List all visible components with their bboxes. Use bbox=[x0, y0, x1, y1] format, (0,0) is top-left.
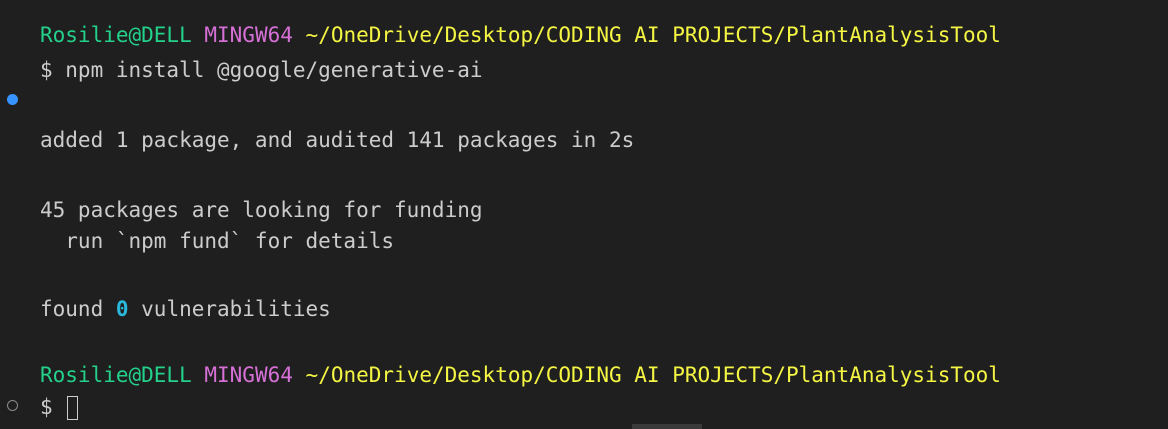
found-suffix: vulnerabilities bbox=[128, 297, 331, 321]
prompt-path: ~/OneDrive/Desktop/CODING AI PROJECTS/Pl… bbox=[305, 23, 1001, 47]
prompt-host: MINGW64 bbox=[204, 23, 293, 47]
prompt-user: Rosilie@DELL bbox=[40, 23, 192, 47]
output-vulnerabilities: found 0 vulnerabilities bbox=[40, 294, 331, 324]
horizontal-scrollbar-thumb[interactable] bbox=[632, 424, 702, 429]
cursor bbox=[67, 396, 79, 420]
prompt-line-current: Rosilie@DELL MINGW64 ~/OneDrive/Desktop/… bbox=[40, 360, 1001, 390]
output-added: added 1 package, and audited 141 package… bbox=[40, 128, 635, 152]
terminal-panel[interactable]: Rosilie@DELL MINGW64 ~/OneDrive/Desktop/… bbox=[0, 0, 1168, 429]
prompt-host: MINGW64 bbox=[204, 363, 293, 387]
output-funding: 45 packages are looking for funding bbox=[40, 198, 483, 222]
command-decoration-icon[interactable] bbox=[7, 94, 18, 105]
prompt-line: Rosilie@DELL MINGW64 ~/OneDrive/Desktop/… bbox=[40, 20, 1001, 50]
command-line: $ npm install @google/generative-ai bbox=[40, 58, 483, 82]
vulnerability-count: 0 bbox=[115, 297, 129, 321]
prompt-symbol: $ bbox=[40, 395, 66, 419]
found-prefix: found bbox=[40, 297, 116, 321]
prompt-user: Rosilie@DELL bbox=[40, 363, 192, 387]
input-line[interactable]: $ bbox=[40, 392, 79, 422]
command-decoration-pending-icon[interactable] bbox=[7, 400, 18, 411]
prompt-path: ~/OneDrive/Desktop/CODING AI PROJECTS/Pl… bbox=[305, 363, 1001, 387]
output-fund-hint: run `npm fund` for details bbox=[40, 229, 395, 253]
